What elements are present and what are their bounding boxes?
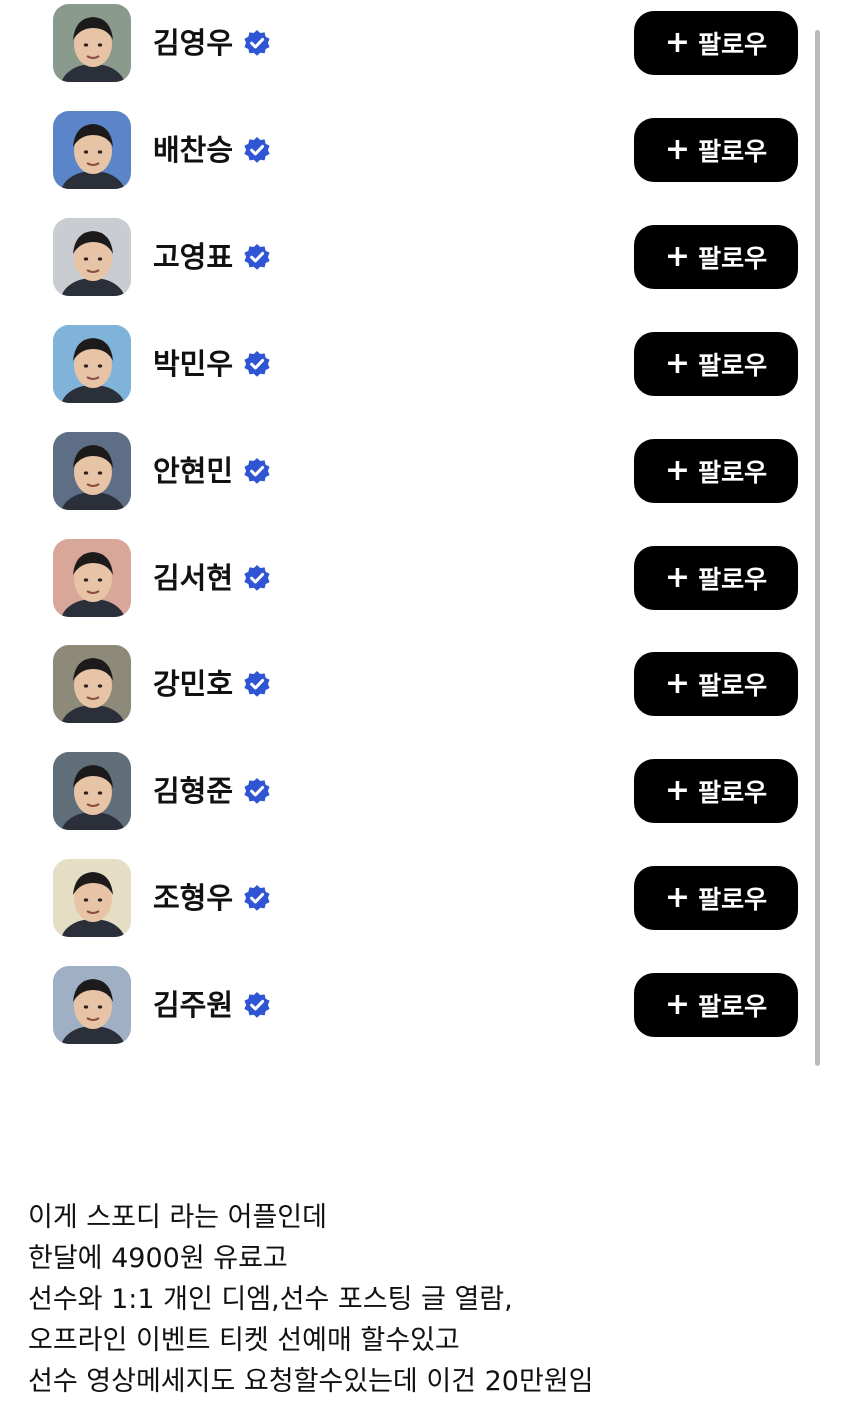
- follow-button[interactable]: + 팔로우: [634, 332, 798, 396]
- follow-button-label: 팔로우: [698, 458, 768, 487]
- post-line: 한달에 4900원 유료고: [28, 1243, 288, 1274]
- follow-button[interactable]: + 팔로우: [634, 973, 798, 1037]
- follow-button[interactable]: + 팔로우: [634, 118, 798, 182]
- post-line: 오프라인 이벤트 티켓 선예매 할수있고: [28, 1325, 460, 1356]
- verified-badge-icon: [243, 777, 271, 805]
- player-row[interactable]: 배찬승 + 팔로우: [0, 99, 850, 206]
- post-line: 선수와 1:1 개인 디엠,선수 포스팅 글 열람,: [28, 1284, 513, 1315]
- follow-button-label: 팔로우: [698, 671, 768, 700]
- player-row[interactable]: 김주원 + 팔로우: [0, 954, 850, 1061]
- post-text: 이게 스포디 라는 어플인데 한달에 4900원 유료고 선수와 1:1 개인 …: [28, 1197, 828, 1402]
- verified-badge-icon: [243, 670, 271, 698]
- post-line: 이게 스포디 라는 어플인데: [28, 1202, 327, 1233]
- plus-icon: +: [664, 346, 691, 381]
- follow-button-label: 팔로우: [698, 885, 768, 914]
- post-line: 선수 영상메세지도 요청할수있는데 이건 20만원임: [28, 1366, 594, 1397]
- follow-button[interactable]: + 팔로우: [634, 546, 798, 610]
- plus-icon: +: [664, 773, 691, 808]
- verified-badge-icon: [243, 564, 271, 592]
- follow-button[interactable]: + 팔로우: [634, 225, 798, 289]
- follow-button[interactable]: + 팔로우: [634, 11, 798, 75]
- player-name[interactable]: 강민호: [153, 664, 233, 704]
- player-avatar[interactable]: [53, 539, 131, 617]
- player-name[interactable]: 고영표: [153, 237, 233, 277]
- follow-button-label: 팔로우: [698, 351, 768, 380]
- plus-icon: +: [664, 239, 691, 274]
- verified-badge-icon: [243, 350, 271, 378]
- verified-badge-icon: [243, 884, 271, 912]
- verified-badge-icon: [243, 243, 271, 271]
- plus-icon: +: [664, 25, 691, 60]
- follow-button-label: 팔로우: [698, 244, 768, 273]
- player-name[interactable]: 박민우: [153, 344, 233, 384]
- player-row[interactable]: 안현민 + 팔로우: [0, 420, 850, 527]
- player-row[interactable]: 강민호 + 팔로우: [0, 633, 850, 740]
- verified-badge-icon: [243, 136, 271, 164]
- follow-button[interactable]: + 팔로우: [634, 652, 798, 716]
- player-row[interactable]: 김형준 + 팔로우: [0, 740, 850, 847]
- player-row[interactable]: 고영표 + 팔로우: [0, 206, 850, 313]
- plus-icon: +: [664, 132, 691, 167]
- player-name[interactable]: 조형우: [153, 878, 233, 918]
- plus-icon: +: [664, 880, 691, 915]
- player-name[interactable]: 김영우: [153, 23, 233, 63]
- plus-icon: +: [664, 987, 691, 1022]
- player-name[interactable]: 안현민: [153, 451, 233, 491]
- follow-button-label: 팔로우: [698, 992, 768, 1021]
- plus-icon: +: [664, 560, 691, 595]
- follow-button-label: 팔로우: [698, 565, 768, 594]
- player-avatar[interactable]: [53, 645, 131, 723]
- player-name[interactable]: 김주원: [153, 985, 233, 1025]
- player-avatar[interactable]: [53, 432, 131, 510]
- scrollbar[interactable]: [815, 30, 820, 1066]
- verified-badge-icon: [243, 991, 271, 1019]
- plus-icon: +: [664, 666, 691, 701]
- player-avatar[interactable]: [53, 859, 131, 937]
- follow-button[interactable]: + 팔로우: [634, 866, 798, 930]
- player-avatar[interactable]: [53, 4, 131, 82]
- player-row[interactable]: 조형우 + 팔로우: [0, 847, 850, 954]
- follow-button-label: 팔로우: [698, 137, 768, 166]
- player-avatar[interactable]: [53, 752, 131, 830]
- player-name[interactable]: 김서현: [153, 558, 233, 598]
- player-avatar[interactable]: [53, 218, 131, 296]
- follow-button-label: 팔로우: [698, 30, 768, 59]
- player-row[interactable]: 김영우 + 팔로우: [0, 0, 850, 99]
- plus-icon: +: [664, 453, 691, 488]
- player-avatar[interactable]: [53, 111, 131, 189]
- verified-badge-icon: [243, 29, 271, 57]
- follow-button[interactable]: + 팔로우: [634, 759, 798, 823]
- player-row[interactable]: 김서현 + 팔로우: [0, 527, 850, 634]
- player-row[interactable]: 박민우 + 팔로우: [0, 313, 850, 420]
- player-name[interactable]: 김형준: [153, 771, 233, 811]
- follow-button[interactable]: + 팔로우: [634, 439, 798, 503]
- follow-button-label: 팔로우: [698, 778, 768, 807]
- player-avatar[interactable]: [53, 325, 131, 403]
- player-avatar[interactable]: [53, 966, 131, 1044]
- verified-badge-icon: [243, 457, 271, 485]
- player-name[interactable]: 배찬승: [153, 130, 233, 170]
